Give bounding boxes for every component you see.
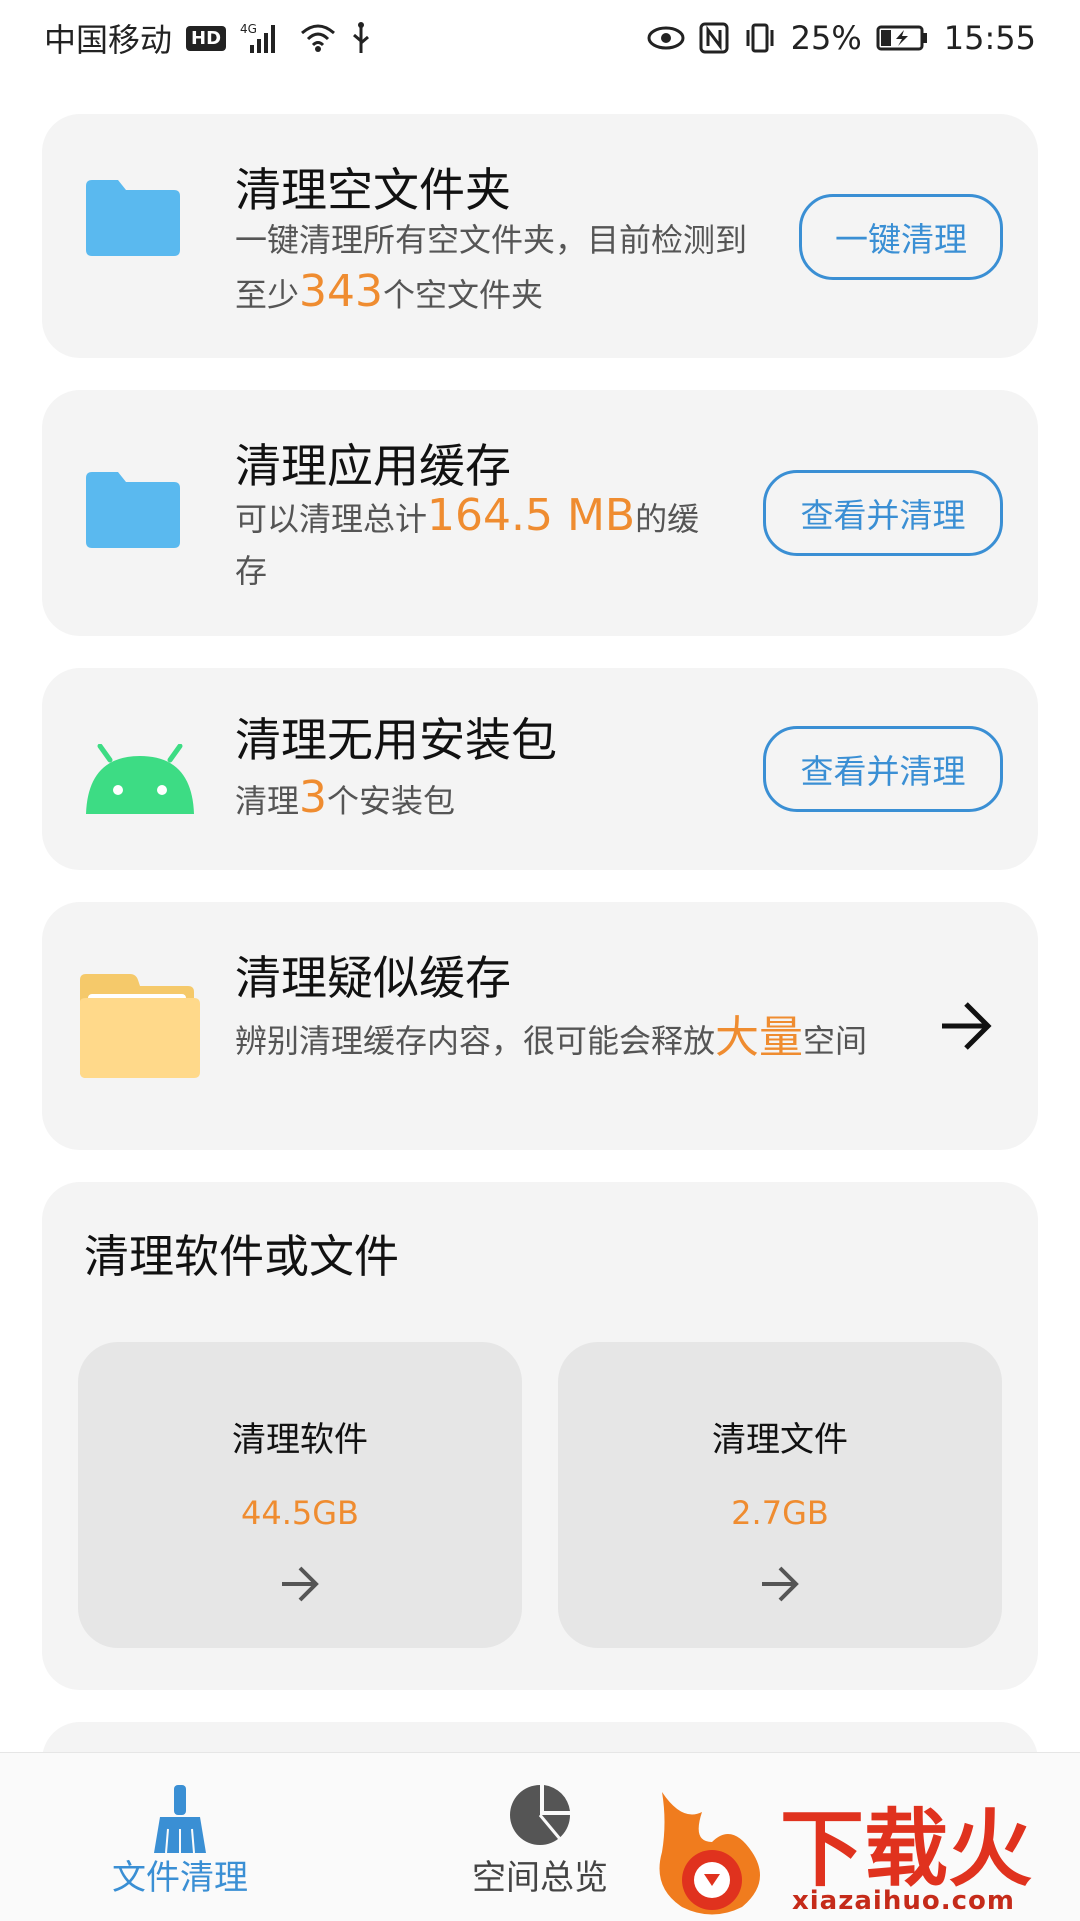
hd-badge: HD <box>186 25 227 51</box>
nav-label: 文件清理 <box>112 1858 248 1898</box>
wifi-icon <box>300 23 336 53</box>
desc-prefix: 清理 <box>235 782 300 820</box>
section-title: 清理软件或文件 <box>84 1230 400 1283</box>
tile-clean-apps[interactable]: 清理软件 44.5GB <box>78 1342 522 1648</box>
card-title: 清理应用缓存 <box>235 439 511 493</box>
status-left: 中国移动 HD 4G <box>44 15 372 61</box>
desc-prefix: 辨别清理缓存内容，很可能会释放 <box>235 1022 716 1060</box>
arrow-right-icon[interactable] <box>938 1000 994 1056</box>
folder-icon <box>82 470 182 554</box>
watermark-logo: 下载火 xiazaihuo.com <box>642 1782 1080 1920</box>
pie-chart-icon <box>508 1783 572 1851</box>
eye-icon <box>647 24 685 52</box>
card-description: 清理3个安装包 <box>235 772 735 827</box>
card-app-cache[interactable]: 清理应用缓存 可以清理总计164.5 MB的缓存 查看并清理 <box>42 390 1038 636</box>
arrow-right-icon <box>758 1564 802 1608</box>
card-empty-folders[interactable]: 清理空文件夹 一键清理所有空文件夹，目前检测到至少343个空文件夹 一键清理 <box>42 114 1038 358</box>
status-right: 25% 15:55 <box>647 19 1036 57</box>
broom-icon <box>150 1783 210 1859</box>
empty-folder-count: 343 <box>299 266 383 317</box>
tile-title: 清理文件 <box>712 1420 848 1460</box>
one-click-clean-button[interactable]: 一键清理 <box>799 194 1003 280</box>
flame-logo-icon <box>659 1792 760 1915</box>
desc-suffix: 个安装包 <box>327 782 456 820</box>
nfc-icon <box>699 22 729 54</box>
tile-size: 44.5GB <box>241 1494 359 1532</box>
folder-icon <box>82 178 182 262</box>
android-icon <box>82 743 198 820</box>
card-clean-apps-files: 清理软件或文件 清理软件 44.5GB 清理文件 2.7GB <box>42 1182 1038 1690</box>
folder-open-icon <box>78 972 202 1084</box>
view-and-clean-button[interactable]: 查看并清理 <box>763 726 1003 812</box>
status-bar: 中国移动 HD 4G 25% 15:55 <box>0 0 1080 76</box>
battery-percent: 25% <box>790 19 862 57</box>
desc-suffix: 空间 <box>803 1022 868 1060</box>
battery-icon <box>876 24 930 52</box>
card-description: 一键清理所有空文件夹，目前检测到至少343个空文件夹 <box>235 214 755 321</box>
vibrate-icon <box>743 22 777 54</box>
card-description: 可以清理总计164.5 MB的缓存 <box>235 490 715 597</box>
network-type: 4G <box>240 22 257 36</box>
card-description: 辨别清理缓存内容，很可能会释放大量空间 <box>235 1012 875 1067</box>
apk-count: 3 <box>299 772 328 823</box>
clock: 15:55 <box>943 19 1036 57</box>
usb-icon <box>350 21 372 55</box>
card-apk[interactable]: 清理无用安装包 清理3个安装包 查看并清理 <box>42 668 1038 870</box>
card-title: 清理空文件夹 <box>235 163 511 217</box>
card-title: 清理疑似缓存 <box>235 951 511 1005</box>
card-title: 清理无用安装包 <box>235 713 557 767</box>
cache-size: 164.5 MB <box>427 490 636 541</box>
arrow-right-icon <box>278 1564 322 1608</box>
view-and-clean-button[interactable]: 查看并清理 <box>763 470 1003 556</box>
watermark-text: 下载火 <box>780 1800 1033 1898</box>
desc-suffix: 个空文件夹 <box>383 276 544 314</box>
watermark-url: xiazaihuo.com <box>792 1886 1015 1916</box>
highlight-amount: 大量 <box>715 1012 804 1063</box>
card-suspected-cache[interactable]: 清理疑似缓存 辨别清理缓存内容，很可能会释放大量空间 <box>42 902 1038 1150</box>
signal-icon: 4G <box>240 21 286 55</box>
tile-clean-files[interactable]: 清理文件 2.7GB <box>558 1342 1002 1648</box>
tile-size: 2.7GB <box>731 1494 829 1532</box>
desc-prefix: 可以清理总计 <box>235 500 428 538</box>
carrier-name: 中国移动 <box>44 21 173 59</box>
nav-item-file-clean[interactable]: 文件清理 <box>30 1753 330 1921</box>
tile-title: 清理软件 <box>232 1420 368 1460</box>
